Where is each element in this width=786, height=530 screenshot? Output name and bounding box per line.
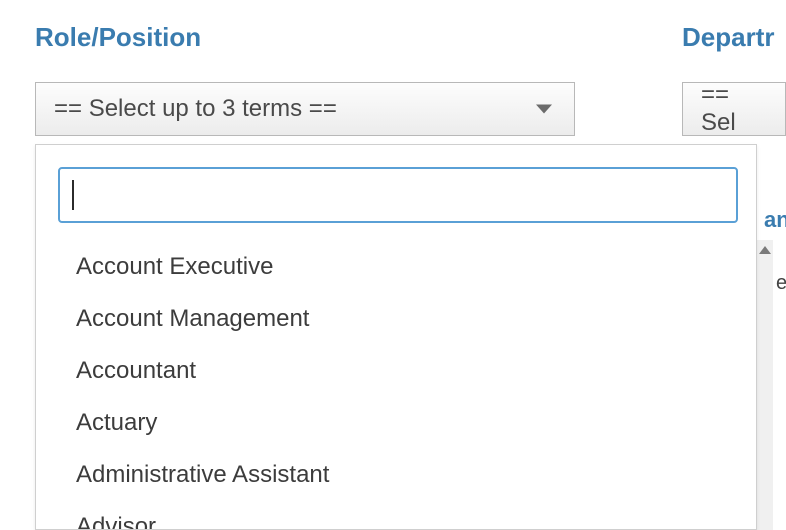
dropdown-option[interactable]: Account Executive [76, 241, 756, 293]
role-select-placeholder: == Select up to 3 terms == [54, 95, 337, 123]
dropdown-option[interactable]: Account Management [76, 293, 756, 345]
dept-select-placeholder: == Sel [701, 81, 767, 137]
dropdown-search-input[interactable] [74, 182, 724, 208]
dropdown-option[interactable]: Advisor [76, 501, 756, 529]
department-label: Departr [682, 22, 774, 53]
dropdown-option[interactable]: Administrative Assistant [76, 449, 756, 501]
role-position-label: Role/Position [35, 22, 201, 53]
dropdown-options-list: Account Executive Account Management Acc… [36, 241, 756, 529]
scroll-up-arrow-icon [759, 246, 771, 254]
page-scrollbar[interactable] [755, 240, 773, 530]
chevron-down-icon [536, 105, 552, 114]
dropdown-options-scroll[interactable]: Account Executive Account Management Acc… [36, 241, 756, 529]
dropdown-search-box[interactable] [58, 167, 738, 223]
role-position-select[interactable]: == Select up to 3 terms == [35, 82, 575, 136]
role-dropdown-panel: Account Executive Account Management Acc… [35, 144, 757, 530]
truncated-text-el: el [776, 272, 786, 295]
dropdown-option[interactable]: Accountant [76, 345, 756, 397]
department-select[interactable]: == Sel [682, 82, 786, 136]
dropdown-option[interactable]: Actuary [76, 397, 756, 449]
truncated-text-an: an [764, 207, 786, 233]
